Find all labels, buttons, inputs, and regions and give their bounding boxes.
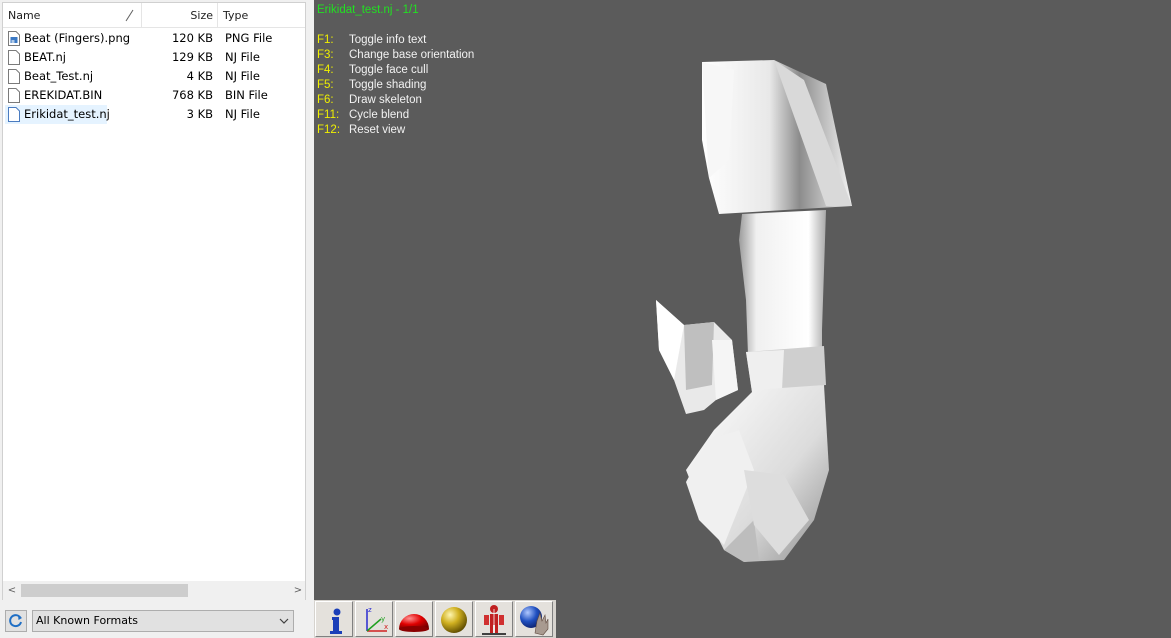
- skeleton-figure-icon: [482, 605, 506, 635]
- help-key: F6:: [317, 94, 334, 106]
- file-size: 4 KB: [186, 69, 213, 83]
- viewport-title: Erikidat_test.nj - 1/1: [317, 4, 419, 16]
- horizontal-scrollbar[interactable]: < >: [3, 581, 305, 600]
- gold-sphere-icon: [441, 607, 467, 633]
- file-icon: [8, 50, 20, 65]
- file-name: Beat_Test.nj: [24, 69, 94, 83]
- svg-text:y: y: [381, 615, 385, 623]
- image-file-icon: [8, 31, 20, 46]
- file-type: BIN File: [225, 88, 268, 102]
- help-key: F12:: [317, 124, 341, 136]
- file-type: NJ File: [225, 50, 260, 64]
- help-action: Change base orientation: [349, 49, 475, 61]
- blend-button[interactable]: [515, 601, 553, 637]
- axes-icon: z y x: [366, 606, 388, 632]
- file-browser-panel: Name Size Type Beat (Fingers).png 120 KB…: [0, 0, 308, 638]
- arm-model-render: [656, 60, 852, 562]
- file-row[interactable]: EREKIDAT.BIN 768 KB BIN File: [3, 86, 305, 105]
- column-header-name[interactable]: Name: [8, 3, 40, 28]
- face-cull-button[interactable]: [395, 601, 433, 637]
- toolbar-button-strip: z y x: [314, 600, 556, 638]
- file-row[interactable]: Beat (Fingers).png 120 KB PNG File: [3, 29, 305, 48]
- file-icon: [8, 88, 20, 103]
- column-divider[interactable]: [217, 3, 218, 28]
- shading-button[interactable]: [435, 601, 473, 637]
- file-type: PNG File: [225, 31, 273, 45]
- chevron-down-icon: [279, 618, 289, 624]
- file-name: EREKIDAT.BIN: [24, 88, 103, 102]
- file-row[interactable]: Beat_Test.nj 4 KB NJ File: [3, 67, 305, 86]
- scroll-thumb[interactable]: [21, 584, 188, 597]
- file-size: 768 KB: [171, 88, 213, 102]
- file-row-selected[interactable]: Erikidat_test.nj 3 KB NJ File: [3, 105, 305, 124]
- help-action: Reset view: [349, 124, 406, 136]
- red-hemisphere-icon: [399, 614, 429, 632]
- file-type: NJ File: [225, 107, 260, 121]
- skeleton-button[interactable]: [475, 601, 513, 637]
- help-action: Cycle blend: [349, 109, 410, 121]
- info-button[interactable]: [315, 601, 353, 637]
- file-size: 129 KB: [171, 50, 213, 64]
- app-window: Name Size Type Beat (Fingers).png 120 KB…: [0, 0, 1171, 638]
- file-icon: [8, 69, 20, 84]
- format-filter-value: All Known Formats: [36, 614, 139, 627]
- refresh-button[interactable]: [5, 610, 27, 632]
- info-icon: [330, 608, 342, 634]
- refresh-icon: [9, 614, 22, 628]
- viewer-toolbar: z y x: [314, 600, 1171, 638]
- column-header-size[interactable]: Size: [143, 3, 213, 28]
- file-icon: [8, 107, 20, 122]
- column-header-type[interactable]: Type: [223, 3, 248, 28]
- blend-hand-icon: [520, 606, 549, 636]
- svg-text:z: z: [368, 606, 372, 614]
- axes-button[interactable]: z y x: [355, 601, 393, 637]
- help-action: Draw skeleton: [349, 94, 422, 106]
- sort-indicator-icon: [125, 9, 134, 22]
- svg-text:x: x: [384, 623, 388, 631]
- file-list[interactable]: Name Size Type Beat (Fingers).png 120 KB…: [2, 2, 306, 600]
- help-action: Toggle info text: [349, 34, 427, 46]
- file-row[interactable]: BEAT.nj 129 KB NJ File: [3, 48, 305, 67]
- help-key: F1:: [317, 34, 334, 46]
- help-key: F4:: [317, 64, 334, 76]
- help-action: Toggle shading: [349, 79, 427, 91]
- help-action: Toggle face cull: [349, 64, 429, 76]
- scroll-left-arrow[interactable]: <: [5, 583, 19, 598]
- file-name: Beat (Fingers).png: [24, 31, 131, 45]
- list-header: Name Size Type: [3, 3, 305, 28]
- filter-bar: All Known Formats: [0, 600, 308, 638]
- column-divider[interactable]: [141, 3, 142, 28]
- model-viewport[interactable]: Erikidat_test.nj - 1/1 F1: Toggle info t…: [314, 0, 1171, 600]
- help-key: F3:: [317, 49, 334, 61]
- help-key: F5:: [317, 79, 334, 91]
- help-key: F11:: [317, 109, 340, 121]
- file-name: BEAT.nj: [24, 50, 66, 64]
- file-name: Erikidat_test.nj: [24, 107, 110, 121]
- file-type: NJ File: [225, 69, 260, 83]
- scroll-right-arrow[interactable]: >: [291, 583, 305, 598]
- file-size: 3 KB: [186, 107, 213, 121]
- file-size: 120 KB: [171, 31, 213, 45]
- format-filter-dropdown[interactable]: All Known Formats: [32, 610, 294, 632]
